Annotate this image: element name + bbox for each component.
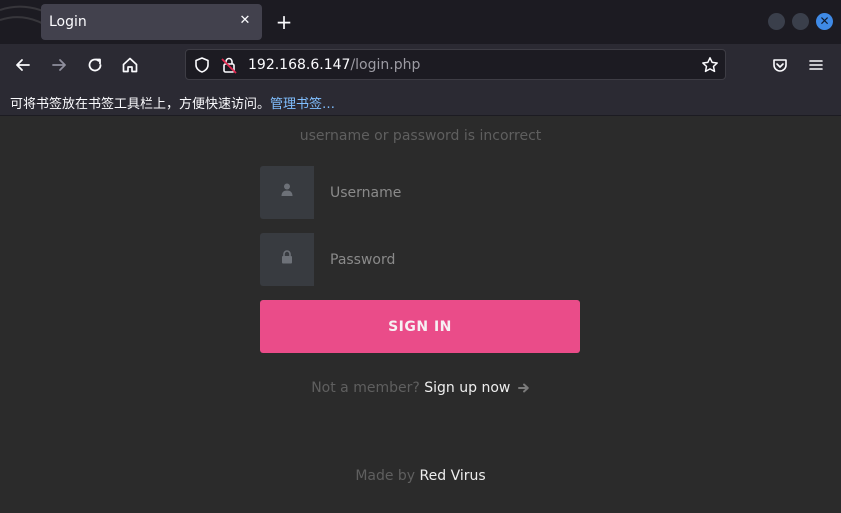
bookmarks-hint-text: 可将书签放在书签工具栏上，方便快速访问。 [10,97,271,112]
lock-icon [260,233,314,286]
tab-login[interactable]: Login ✕ [41,4,262,40]
member-prompt-text: Not a member? [311,380,420,396]
error-message: username or password is incorrect [299,128,542,144]
minimize-button[interactable] [768,13,785,30]
bookmarks-toolbar: 可将书签放在书签工具栏上，方便快速访问。管理书签… [0,86,841,116]
forward-icon[interactable] [49,55,69,75]
url-host: 192.168.6.147 [248,57,351,73]
pocket-icon[interactable] [770,55,790,75]
reload-icon[interactable] [85,55,105,75]
back-icon[interactable] [13,55,33,75]
sign-in-button[interactable]: SIGN IN [260,300,580,353]
arrow-right-icon [517,383,529,393]
tab-bar: Login ✕ + ✕ [0,0,841,44]
new-tab-button[interactable]: + [274,11,294,33]
url-path: /login.php [350,57,421,73]
tab-title: Login [49,14,87,30]
insecure-lock-icon[interactable] [219,55,239,75]
made-by-label: Made by [355,468,416,484]
footer-credit: Made by Red Virus [0,468,841,484]
shield-icon[interactable] [192,55,212,75]
menu-icon[interactable] [806,55,826,75]
url-text[interactable]: 192.168.6.147/login.php [248,57,420,73]
bookmarks-hint: 可将书签放在书签工具栏上，方便快速访问。管理书签… [10,93,335,112]
author-link[interactable]: Red Virus [420,468,486,484]
window-close-button[interactable]: ✕ [816,13,833,30]
maximize-button[interactable] [792,13,809,30]
user-icon [260,166,314,219]
signup-prompt: Not a member? Sign up now [0,380,841,396]
manage-bookmarks-link[interactable]: 管理书签… [270,97,335,112]
username-field [260,166,580,219]
password-input[interactable] [314,233,580,286]
sign-up-link[interactable]: Sign up now [424,380,510,396]
navigation-bar: 192.168.6.147/login.php [0,44,841,86]
address-bar[interactable]: 192.168.6.147/login.php [185,49,726,80]
home-icon[interactable] [120,55,140,75]
password-field [260,233,580,286]
star-icon[interactable] [700,55,720,75]
login-page: username or password is incorrect SIGN I… [0,117,841,513]
username-input[interactable] [314,166,580,219]
tab-close-icon[interactable]: ✕ [236,12,254,30]
